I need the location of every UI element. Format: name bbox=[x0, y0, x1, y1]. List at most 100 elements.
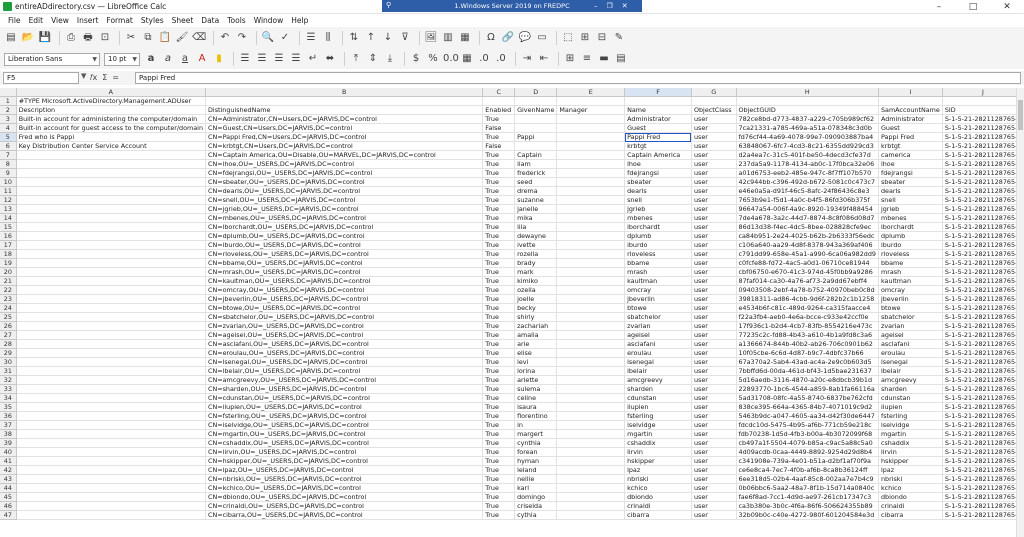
cell-j19[interactable]: S-1-5-21-2821128765- bbox=[942, 258, 1024, 269]
cell-i15[interactable]: lborchardt bbox=[878, 222, 943, 233]
cell-f29[interactable]: eroulau bbox=[624, 348, 692, 359]
cell-j18[interactable]: S-1-5-21-2821128765- bbox=[942, 249, 1024, 260]
row-header[interactable]: 34 bbox=[0, 393, 17, 404]
cell-d7[interactable]: Captain bbox=[514, 150, 558, 161]
cell-c24[interactable]: True bbox=[482, 303, 516, 314]
cell-b28[interactable]: CN=asclafani,OU=_USERS,DC=JARVIS,DC=cont… bbox=[205, 339, 484, 350]
row-header[interactable]: 18 bbox=[0, 249, 17, 260]
cell-h33[interactable]: 22893770-1bc6-4544-a859-8ab1fa66116a bbox=[736, 384, 879, 395]
cell-a24[interactable] bbox=[16, 303, 207, 314]
cell-g1[interactable] bbox=[691, 96, 737, 107]
cell-h44[interactable]: 0b06bbc6-5aa2-48a7-8f1b-15d714a0840c bbox=[736, 483, 879, 494]
cell-c19[interactable]: True bbox=[482, 258, 516, 269]
cell-d45[interactable]: domingo bbox=[514, 492, 558, 503]
cell-d44[interactable]: karl bbox=[514, 483, 558, 494]
conditional-formatting-icon[interactable]: ▤ bbox=[614, 52, 628, 66]
row-header[interactable]: 14 bbox=[0, 213, 17, 224]
cell-h43[interactable]: 6ee318d5-02b4-4aaf-85c8-002aa7e7b4c9 bbox=[736, 474, 879, 485]
cell-b32[interactable]: CN=amcgreevy,OU=_USERS,DC=JARVIS,DC=cont… bbox=[205, 375, 484, 386]
cell-g20[interactable]: user bbox=[691, 267, 737, 278]
cell-a12[interactable] bbox=[16, 195, 207, 206]
cell-f5[interactable]: Pappi Fred bbox=[624, 132, 692, 143]
cell-c7[interactable]: True bbox=[482, 150, 516, 161]
cell-a3[interactable]: Built-in account for administering the c… bbox=[16, 114, 207, 125]
cell-a45[interactable] bbox=[16, 492, 207, 503]
cell-h1[interactable] bbox=[736, 96, 879, 107]
column-header-j[interactable]: J bbox=[942, 88, 1024, 98]
cell-j26[interactable]: S-1-5-21-2821128765- bbox=[942, 321, 1024, 332]
cell-c47[interactable]: True bbox=[482, 510, 516, 521]
vertical-scrollbar[interactable] bbox=[1016, 88, 1024, 537]
cell-j35[interactable]: S-1-5-21-2821128765- bbox=[942, 402, 1024, 413]
cell-i32[interactable]: amcgreevy bbox=[878, 375, 943, 386]
cell-d32[interactable]: arlette bbox=[514, 375, 558, 386]
cell-f4[interactable]: Guest bbox=[624, 123, 692, 134]
font-name-select[interactable]: Liberation Sans ▼ bbox=[4, 52, 100, 66]
menu-item-help[interactable]: Help bbox=[287, 14, 312, 27]
cell-h32[interactable]: 5d16aedb-3116-4870-a20c-e8dbcb39b1d bbox=[736, 375, 879, 386]
cell-c14[interactable]: True bbox=[482, 213, 516, 224]
cell-a35[interactable] bbox=[16, 402, 207, 413]
cell-c30[interactable]: True bbox=[482, 357, 516, 368]
cell-e28[interactable] bbox=[556, 339, 626, 350]
align-top-icon[interactable]: ⤒ bbox=[349, 52, 363, 66]
cell-f6[interactable]: krbtgt bbox=[624, 141, 692, 152]
cell-i2[interactable]: SamAccountName bbox=[878, 105, 943, 116]
cell-j33[interactable]: S-1-5-21-2821128765- bbox=[942, 384, 1024, 395]
cell-f26[interactable]: zvarian bbox=[624, 321, 692, 332]
name-box[interactable]: F5 bbox=[3, 72, 79, 84]
cell-g11[interactable]: user bbox=[691, 186, 737, 197]
menu-item-edit[interactable]: Edit bbox=[25, 14, 48, 27]
rdp-close-icon[interactable]: ✕ bbox=[622, 0, 628, 12]
cell-j1[interactable] bbox=[942, 96, 1024, 107]
cell-g21[interactable]: user bbox=[691, 276, 737, 287]
cell-h36[interactable]: 5463b9dc-a047-4605-aa34-d42f30de6447 bbox=[736, 411, 879, 422]
cell-c28[interactable]: True bbox=[482, 339, 516, 350]
cell-e5[interactable] bbox=[556, 132, 626, 143]
cell-a43[interactable] bbox=[16, 474, 207, 485]
cell-d4[interactable] bbox=[514, 123, 558, 134]
menu-item-sheet[interactable]: Sheet bbox=[168, 14, 198, 27]
cell-h38[interactable]: fdb70238-1d5d-4fb3-b00a-4b3072099f68 bbox=[736, 429, 879, 440]
cell-b8[interactable]: CN=lhoe,OU=_USERS,DC=JARVIS,DC=control bbox=[205, 159, 484, 170]
cell-c36[interactable]: True bbox=[482, 411, 516, 422]
cell-i6[interactable]: krbtgt bbox=[878, 141, 943, 152]
cell-g4[interactable]: user bbox=[691, 123, 737, 134]
cell-f38[interactable]: mgartin bbox=[624, 429, 692, 440]
cell-e12[interactable] bbox=[556, 195, 626, 206]
cell-g25[interactable]: user bbox=[691, 312, 737, 323]
cell-d20[interactable]: mark bbox=[514, 267, 558, 278]
cell-d14[interactable]: mika bbox=[514, 213, 558, 224]
cell-h12[interactable]: 7653b9e1-f5d1-4a0c-b4f5-86fd306b375f bbox=[736, 195, 879, 206]
row-header[interactable]: 11 bbox=[0, 186, 17, 197]
cell-b12[interactable]: CN=snell,OU=_USERS,DC=JARVIS,DC=control bbox=[205, 195, 484, 206]
cell-g34[interactable]: user bbox=[691, 393, 737, 404]
cell-d29[interactable]: elise bbox=[514, 348, 558, 359]
cell-h47[interactable]: 32b09b0c-c40e-4272-980f-601204584e3d bbox=[736, 510, 879, 521]
column-header-c[interactable]: C bbox=[482, 88, 516, 98]
cell-b18[interactable]: CN=rloveless,OU=_USERS,DC=JARVIS,DC=cont… bbox=[205, 249, 484, 260]
row-header[interactable]: 19 bbox=[0, 258, 17, 269]
menu-item-window[interactable]: Window bbox=[250, 14, 288, 27]
cell-a29[interactable] bbox=[16, 348, 207, 359]
cell-i26[interactable]: zvarian bbox=[878, 321, 943, 332]
align-left-icon[interactable]: ☰ bbox=[238, 52, 252, 66]
cell-b35[interactable]: CN=ilupien,OU=_USERS,DC=JARVIS,DC=contro… bbox=[205, 402, 484, 413]
cell-d25[interactable]: shirly bbox=[514, 312, 558, 323]
cell-e3[interactable] bbox=[556, 114, 626, 125]
clear-formatting-icon[interactable]: ⌫ bbox=[192, 31, 206, 45]
cell-i3[interactable]: Administrator bbox=[878, 114, 943, 125]
delete-decimal-icon[interactable]: .0 bbox=[494, 52, 508, 66]
cell-e46[interactable] bbox=[556, 501, 626, 512]
cell-a28[interactable] bbox=[16, 339, 207, 350]
cell-h35[interactable]: 838ce395-664a-4365-84b7-4071019c9d2 bbox=[736, 402, 879, 413]
cell-j8[interactable]: S-1-5-21-2821128765- bbox=[942, 159, 1024, 170]
cell-g41[interactable]: user bbox=[691, 456, 737, 467]
cell-h30[interactable]: 67a370a2-5ab4-43ad-ac4a-2e9c0b603d5 bbox=[736, 357, 879, 368]
print-icon[interactable]: 🖶 bbox=[81, 31, 95, 45]
cell-i29[interactable]: eroulau bbox=[878, 348, 943, 359]
cell-e47[interactable] bbox=[556, 510, 626, 521]
cell-g2[interactable]: ObjectClass bbox=[691, 105, 737, 116]
cell-j27[interactable]: S-1-5-21-2821128765- bbox=[942, 330, 1024, 341]
cell-e15[interactable] bbox=[556, 222, 626, 233]
